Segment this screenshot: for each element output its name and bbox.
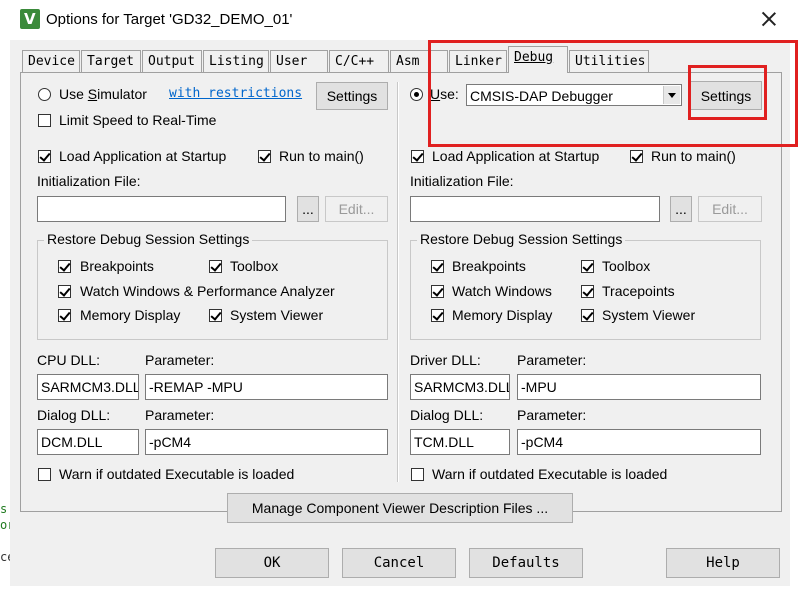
breakpoints-checkbox[interactable] xyxy=(58,260,71,273)
edit-init-file-button-right[interactable]: Edit... xyxy=(698,196,762,222)
load-app-checkbox[interactable] xyxy=(38,150,51,163)
dialog-dll-input-right[interactable]: TCM.DLL xyxy=(410,429,510,455)
tracepoints-label: Tracepoints xyxy=(602,283,675,299)
limit-speed-checkbox[interactable] xyxy=(38,114,51,127)
browse-init-file-button-right[interactable]: ... xyxy=(670,196,692,222)
toolbox-checkbox-right[interactable] xyxy=(581,260,594,273)
memory-display-checkbox[interactable] xyxy=(58,309,71,322)
tab-device[interactable]: Device xyxy=(22,50,80,72)
help-button[interactable]: Help xyxy=(666,548,780,578)
cpu-dll-input[interactable]: SARMCM3.DLL xyxy=(37,374,139,400)
dialog-dll-label-right: Dialog DLL: xyxy=(410,407,484,423)
load-app-label-right: Load Application at Startup xyxy=(432,148,600,164)
defaults-button[interactable]: Defaults xyxy=(469,548,583,578)
warn-outdated-checkbox-right[interactable] xyxy=(411,468,424,481)
run-to-main-label: Run to main() xyxy=(279,148,364,164)
load-app-label: Load Application at Startup xyxy=(59,148,227,164)
breakpoints-label-right: Breakpoints xyxy=(452,258,526,274)
init-file-label: Initialization File: xyxy=(37,173,141,189)
dialog-param-label: Parameter: xyxy=(145,407,215,423)
limit-speed-label: Limit Speed to Real-Time xyxy=(59,112,217,128)
cancel-button[interactable]: Cancel xyxy=(342,548,456,578)
toolbox-label-right: Toolbox xyxy=(602,258,651,274)
watch-windows-label-right: Watch Windows xyxy=(452,283,552,299)
cpu-param-label: Parameter: xyxy=(145,352,215,368)
watch-windows-checkbox-right[interactable] xyxy=(431,285,444,298)
restrictions-link[interactable]: with restrictions xyxy=(169,86,302,101)
tracepoints-checkbox[interactable] xyxy=(581,285,594,298)
memory-display-checkbox-right[interactable] xyxy=(431,309,444,322)
system-viewer-checkbox-right[interactable] xyxy=(581,309,594,322)
load-app-checkbox-right[interactable] xyxy=(411,150,424,163)
memory-display-label-right: Memory Display xyxy=(452,307,553,323)
init-file-input[interactable] xyxy=(37,196,286,222)
system-viewer-checkbox[interactable] xyxy=(209,309,222,322)
browse-init-file-button[interactable]: ... xyxy=(297,196,319,222)
close-icon[interactable] xyxy=(756,6,782,32)
tab-listing[interactable]: Listing xyxy=(203,50,269,72)
tab-user[interactable]: User xyxy=(270,50,328,72)
edit-init-file-button[interactable]: Edit... xyxy=(325,196,388,222)
toolbox-label: Toolbox xyxy=(230,258,279,274)
system-viewer-label-right: System Viewer xyxy=(602,307,696,323)
simulator-settings-button[interactable]: Settings xyxy=(316,82,388,110)
watch-windows-label: Watch Windows & Performance Analyzer xyxy=(80,283,335,299)
tab-debug[interactable]: Debug xyxy=(508,46,568,73)
tab-target[interactable]: Target xyxy=(81,50,141,72)
restore-session-title: Restore Debug Session Settings xyxy=(44,231,253,247)
init-file-label-right: Initialization File: xyxy=(410,173,514,189)
memory-display-label: Memory Display xyxy=(80,307,181,323)
warn-outdated-label: Warn if outdated Executable is loaded xyxy=(59,466,295,482)
use-debugger-radio[interactable] xyxy=(410,88,423,101)
driver-dll-label: Driver DLL: xyxy=(410,352,481,368)
background-text: s xyxy=(0,502,8,516)
cpu-param-input[interactable]: -REMAP -MPU xyxy=(145,374,388,400)
system-viewer-label: System Viewer xyxy=(230,307,324,323)
toolbox-checkbox[interactable] xyxy=(209,260,222,273)
driver-param-label: Parameter: xyxy=(517,352,587,368)
use-simulator-radio[interactable] xyxy=(38,88,51,101)
driver-param-input[interactable]: -MPU xyxy=(517,374,761,400)
driver-dll-input[interactable]: SARMCM3.DLL xyxy=(410,374,510,400)
settings-button-highlight xyxy=(688,65,767,120)
run-to-main-checkbox[interactable] xyxy=(258,150,271,163)
app-icon: V xyxy=(20,9,40,29)
init-file-input-right[interactable] xyxy=(410,196,660,222)
breakpoints-label: Breakpoints xyxy=(80,258,154,274)
column-divider-highlight xyxy=(398,82,399,482)
warn-outdated-label-right: Warn if outdated Executable is loaded xyxy=(432,466,668,482)
dialog-dll-input[interactable]: DCM.DLL xyxy=(37,429,139,455)
ok-button[interactable]: OK xyxy=(215,548,329,578)
breakpoints-checkbox-right[interactable] xyxy=(431,260,444,273)
window-title: Options for Target 'GD32_DEMO_01' xyxy=(46,11,293,28)
dialog-param-label-right: Parameter: xyxy=(517,407,587,423)
title-bar: V Options for Target 'GD32_DEMO_01' xyxy=(0,0,800,40)
use-simulator-label: Use Simulator xyxy=(59,86,147,102)
tab-c-cpp[interactable]: C/C++ xyxy=(329,50,389,72)
tab-output[interactable]: Output xyxy=(142,50,202,72)
manage-component-viewer-button[interactable]: Manage Component Viewer Description File… xyxy=(227,493,573,523)
dialog-param-input-right[interactable]: -pCM4 xyxy=(517,429,761,455)
run-to-main-label-right: Run to main() xyxy=(651,148,736,164)
dialog-param-input[interactable]: -pCM4 xyxy=(145,429,388,455)
dialog-dll-label: Dialog DLL: xyxy=(37,407,111,423)
watch-windows-checkbox[interactable] xyxy=(58,285,71,298)
warn-outdated-checkbox[interactable] xyxy=(38,468,51,481)
run-to-main-checkbox-right[interactable] xyxy=(630,150,643,163)
cpu-dll-label: CPU DLL: xyxy=(37,352,101,368)
restore-session-title-right: Restore Debug Session Settings xyxy=(417,231,626,247)
